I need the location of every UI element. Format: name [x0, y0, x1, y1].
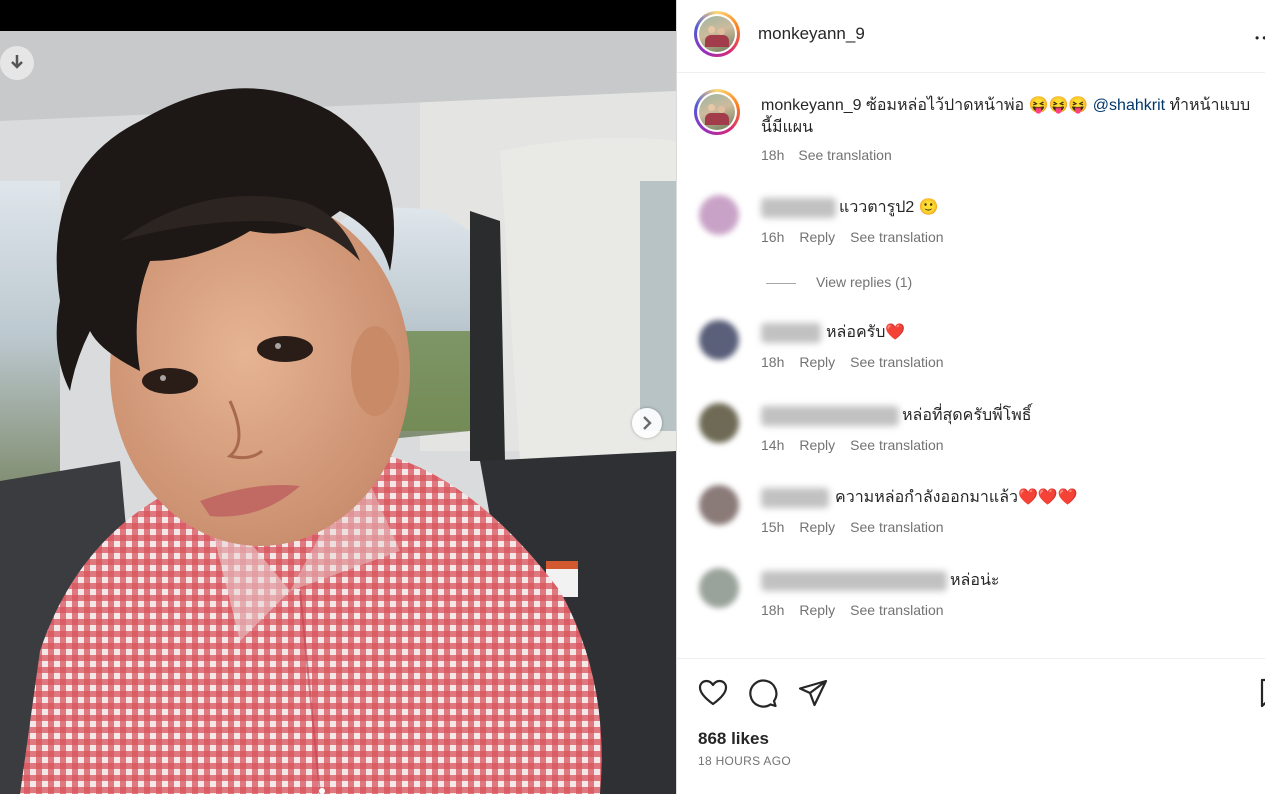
author-username[interactable]: monkeyann_9 — [758, 24, 865, 44]
reply-button[interactable]: Reply — [799, 229, 835, 245]
comment-item: หล่อที่สุดครับพี่โพธิ์ 14h Reply See trans… — [677, 403, 1265, 473]
replies-divider — [766, 282, 796, 284]
commenter-username-blurred[interactable] — [761, 323, 821, 343]
comment-time: 18h — [761, 602, 785, 618]
comment-item: หล่อครับ❤️ 18h Reply See translation — [677, 320, 1265, 390]
reply-button[interactable]: Reply — [799, 437, 835, 453]
see-translation-link[interactable]: See translation — [850, 229, 943, 245]
comment-time: 15h — [761, 519, 785, 535]
comment-time: 14h — [761, 437, 785, 453]
commenter-avatar[interactable] — [699, 195, 739, 235]
carousel-dot — [319, 788, 325, 794]
comment-time: 16h — [761, 229, 785, 245]
reply-button[interactable]: Reply — [799, 519, 835, 535]
post-photo[interactable] — [0, 31, 676, 794]
see-translation-link[interactable]: See translation — [850, 354, 943, 370]
commenter-username-blurred[interactable] — [761, 571, 947, 591]
commenter-avatar[interactable] — [699, 403, 739, 443]
reply-button[interactable]: Reply — [799, 354, 835, 370]
photo-illustration — [0, 31, 676, 794]
next-slide-button[interactable] — [632, 408, 662, 438]
comment-item: แววตารูป2 🙂 16h Reply See translation — [677, 195, 1265, 265]
comment-text: หล่อครับ❤️ — [826, 324, 906, 341]
share-icon[interactable] — [797, 677, 829, 709]
reply-button[interactable]: Reply — [799, 602, 835, 618]
commenter-username-blurred[interactable] — [761, 198, 836, 218]
caption-time: 18h — [761, 147, 785, 163]
post-media — [0, 0, 676, 794]
comment-text: แววตารูป2 🙂 — [839, 199, 939, 216]
commenter-avatar[interactable] — [699, 485, 739, 525]
comment-item: หล่อน่ะ 18h Reply See translation — [677, 568, 1265, 638]
see-translation-link[interactable]: See translation — [850, 519, 943, 535]
avatar-image — [699, 94, 735, 130]
comment-icon[interactable] — [747, 677, 779, 709]
post-side-panel: monkeyann_9 ••• monkeyann_9 ซ้อมหล่อไว้ป… — [676, 0, 1265, 794]
download-button[interactable] — [0, 46, 34, 80]
commenter-avatar[interactable] — [699, 320, 739, 360]
comment-meta: 18h Reply See translation — [761, 354, 959, 370]
commenter-avatar[interactable] — [699, 568, 739, 608]
likes-count[interactable]: 868 likes — [698, 729, 769, 749]
see-translation-link[interactable]: See translation — [850, 602, 943, 618]
comment-item: ความหล่อกำลังออกมาแล้ว❤️❤️❤️ 15h Reply See… — [677, 485, 1265, 555]
post-actions: 868 likes 18 HOURS AGO — [677, 658, 1265, 794]
comment-text: หล่อน่ะ — [950, 572, 1000, 589]
comments-section: monkeyann_9 ซ้อมหล่อไว้ปาดหน้าพ่อ 😝😝😝 @s… — [677, 73, 1265, 657]
comment-meta: 18h Reply See translation — [761, 602, 959, 618]
caption-meta: 18h See translation — [761, 147, 906, 163]
caption-avatar[interactable] — [694, 89, 740, 135]
comment-meta: 16h Reply See translation — [761, 229, 959, 245]
caption-text: monkeyann_9 ซ้อมหล่อไว้ปาดหน้าพ่อ 😝😝😝 @s… — [761, 95, 1261, 139]
see-translation-link[interactable]: See translation — [850, 437, 943, 453]
comment-time: 18h — [761, 354, 785, 370]
author-avatar[interactable] — [694, 11, 740, 57]
post-header: monkeyann_9 ••• — [677, 0, 1265, 73]
comment-meta: 15h Reply See translation — [761, 519, 959, 535]
chevron-right-icon — [643, 416, 652, 430]
comment-text: หล่อที่สุดครับพี่โพธิ์ — [902, 407, 1032, 424]
caption-emojis: 😝😝😝 — [1028, 97, 1089, 114]
post-time-ago: 18 HOURS AGO — [698, 754, 791, 768]
avatar-image — [699, 16, 735, 52]
caption-username[interactable]: monkeyann_9 — [761, 97, 862, 114]
commenter-username-blurred[interactable] — [761, 406, 899, 426]
caption-mention[interactable]: @shahkrit — [1093, 97, 1165, 114]
comment-meta: 14h Reply See translation — [761, 437, 959, 453]
see-translation-link[interactable]: See translation — [798, 147, 891, 163]
commenter-username-blurred[interactable] — [761, 488, 829, 508]
caption-body: ซ้อมหล่อไว้ปาดหน้าพ่อ — [861, 97, 1029, 114]
view-replies-button[interactable]: View replies (1) — [766, 274, 912, 290]
view-replies-label: View replies (1) — [816, 274, 913, 290]
more-options-icon[interactable]: ••• — [1255, 31, 1265, 45]
bookmark-icon[interactable] — [1255, 677, 1265, 709]
download-arrow-icon — [11, 55, 23, 69]
heart-icon[interactable] — [697, 677, 729, 709]
comment-text: ความหล่อกำลังออกมาแล้ว❤️❤️❤️ — [835, 489, 1078, 506]
